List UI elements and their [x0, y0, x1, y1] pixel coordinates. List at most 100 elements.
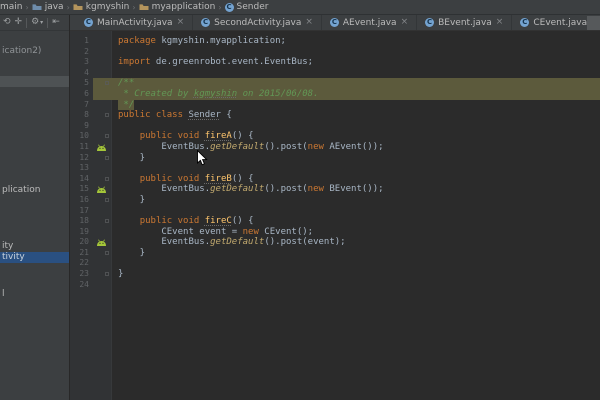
- gutter-annotation: [93, 36, 112, 47]
- line-number: 23: [70, 269, 93, 280]
- editor-lines: 1package kgmyshin.myapplication;23import…: [70, 36, 600, 290]
- tab-AEvent.java[interactable]: CAEvent.java×: [322, 15, 417, 30]
- breadcrumb-item-Sender[interactable]: CSender: [222, 2, 272, 12]
- class-icon: C: [520, 18, 529, 27]
- gutter-annotation: [93, 68, 112, 79]
- fold-marker-icon[interactable]: [105, 177, 109, 181]
- android-icon[interactable]: [96, 239, 107, 247]
- locate-icon[interactable]: ✛: [15, 18, 23, 27]
- code-line-13[interactable]: 13: [70, 163, 600, 174]
- code-text: EventBus.getDefault().post(new BEvent())…: [112, 184, 600, 195]
- code-line-14[interactable]: 14 public void fireB() {: [70, 174, 600, 185]
- class-icon: C: [225, 3, 234, 12]
- code-text: CEvent event = new CEvent();: [112, 227, 600, 238]
- folder-icon: [139, 3, 149, 11]
- tree-item-tivity[interactable]: tivity: [0, 252, 69, 263]
- code-editor[interactable]: 1package kgmyshin.myapplication;23import…: [70, 31, 600, 400]
- gutter-annotation: [93, 174, 112, 185]
- gutter-annotation: [93, 57, 112, 68]
- code-text: }: [112, 195, 600, 206]
- line-number: 10: [70, 131, 93, 142]
- gutter-annotation: [93, 100, 112, 111]
- code-line-2[interactable]: 2: [70, 47, 600, 58]
- code-text: }: [112, 153, 600, 164]
- code-line-7[interactable]: 7 */: [70, 100, 600, 111]
- code-line-24[interactable]: 24: [70, 280, 600, 291]
- tab-BEvent.java[interactable]: CBEvent.java×: [417, 15, 512, 30]
- tree-item-ication2)[interactable]: ication2): [0, 46, 69, 57]
- code-line-8[interactable]: 8public class Sender {: [70, 110, 600, 121]
- code-line-21[interactable]: 21 }: [70, 248, 600, 259]
- code-line-1[interactable]: 1package kgmyshin.myapplication;: [70, 36, 600, 47]
- tree-item[interactable]: [0, 76, 69, 87]
- gutter-annotation: [93, 78, 112, 89]
- fold-marker-icon[interactable]: [105, 251, 109, 255]
- toolbar-divider: [26, 18, 27, 28]
- tab-SecondActivity.java[interactable]: CSecondActivity.java×: [193, 15, 322, 30]
- fold-marker-icon[interactable]: [105, 81, 109, 85]
- tab-close-icon[interactable]: ×: [401, 18, 409, 27]
- class-icon: C: [201, 18, 210, 27]
- fold-marker-icon[interactable]: [105, 156, 109, 160]
- project-panel-toolbar: ⟲ ✛ ⚙▾ ⇤: [0, 15, 69, 31]
- android-icon[interactable]: [96, 186, 107, 194]
- code-text: /**: [112, 78, 600, 89]
- tree-item-l[interactable]: l: [0, 289, 69, 300]
- breadcrumb-item-java[interactable]: java: [29, 2, 67, 12]
- code-line-19[interactable]: 19 CEvent event = new CEvent();: [70, 227, 600, 238]
- fold-marker-icon[interactable]: [105, 134, 109, 138]
- gutter-annotation: [93, 269, 112, 280]
- line-number: 20: [70, 237, 93, 248]
- line-number: 6: [70, 89, 93, 100]
- tree-item-ity[interactable]: ity: [0, 241, 69, 252]
- code-line-22[interactable]: 22: [70, 258, 600, 269]
- line-number: 19: [70, 227, 93, 238]
- tab-MainActivity.java[interactable]: CMainActivity.java×: [76, 15, 193, 30]
- fold-marker-icon[interactable]: [105, 272, 109, 276]
- code-line-6[interactable]: 6 * Created by kgmyshin on 2015/06/08.: [70, 89, 600, 100]
- gutter-annotation: [93, 163, 112, 174]
- code-line-4[interactable]: 4: [70, 68, 600, 79]
- code-line-23[interactable]: 23}: [70, 269, 600, 280]
- settings-icon[interactable]: ⚙▾: [31, 18, 43, 27]
- tab-close-icon[interactable]: ×: [305, 18, 313, 27]
- fold-marker-icon[interactable]: [105, 113, 109, 117]
- line-number: 15: [70, 184, 93, 195]
- line-number: 5: [70, 78, 93, 89]
- tab-close-icon[interactable]: ×: [496, 18, 504, 27]
- sync-icon[interactable]: ⟲: [3, 18, 11, 27]
- code-line-5[interactable]: 5 /**: [70, 78, 600, 89]
- line-number: 9: [70, 121, 93, 132]
- code-line-3[interactable]: 3import de.greenrobot.event.EventBus;: [70, 57, 600, 68]
- fold-marker-icon[interactable]: [105, 219, 109, 223]
- code-line-10[interactable]: 10 public void fireA() {: [70, 131, 600, 142]
- line-number: 22: [70, 258, 93, 269]
- breadcrumb-item-kgmyshin[interactable]: kgmyshin: [70, 2, 133, 12]
- collapse-icon[interactable]: ⇤: [52, 18, 60, 27]
- tab-overflow-button[interactable]: [587, 16, 600, 30]
- code-line-9[interactable]: 9: [70, 121, 600, 132]
- line-number: 12: [70, 153, 93, 164]
- code-line-16[interactable]: 16 }: [70, 195, 600, 206]
- tree-item-plication[interactable]: plication: [0, 185, 69, 196]
- line-number: 3: [70, 57, 93, 68]
- code-line-11[interactable]: 11 EventBus.getDefault().post(new AEvent…: [70, 142, 600, 153]
- code-text: * Created by kgmyshin on 2015/06/08.: [112, 89, 600, 100]
- android-icon[interactable]: [96, 144, 107, 152]
- editor-tab-bar: CMainActivity.java×CSecondActivity.java×…: [70, 15, 600, 31]
- toolbar-divider: [47, 18, 48, 28]
- fold-marker-icon[interactable]: [105, 198, 109, 202]
- code-line-15[interactable]: 15 EventBus.getDefault().post(new BEvent…: [70, 184, 600, 195]
- code-text: package kgmyshin.myapplication;: [112, 36, 600, 47]
- line-number: 2: [70, 47, 93, 58]
- code-line-12[interactable]: 12 }: [70, 153, 600, 164]
- breadcrumb-item-main[interactable]: main: [0, 2, 26, 12]
- class-icon: C: [425, 18, 434, 27]
- code-line-20[interactable]: 20 EventBus.getDefault().post(event);: [70, 237, 600, 248]
- gutter-annotation: [93, 153, 112, 164]
- tab-close-icon[interactable]: ×: [177, 18, 185, 27]
- breadcrumb-item-myapplication[interactable]: myapplication: [136, 2, 219, 12]
- code-line-17[interactable]: 17: [70, 206, 600, 217]
- code-line-18[interactable]: 18 public void fireC() {: [70, 216, 600, 227]
- gutter-annotation: [93, 258, 112, 269]
